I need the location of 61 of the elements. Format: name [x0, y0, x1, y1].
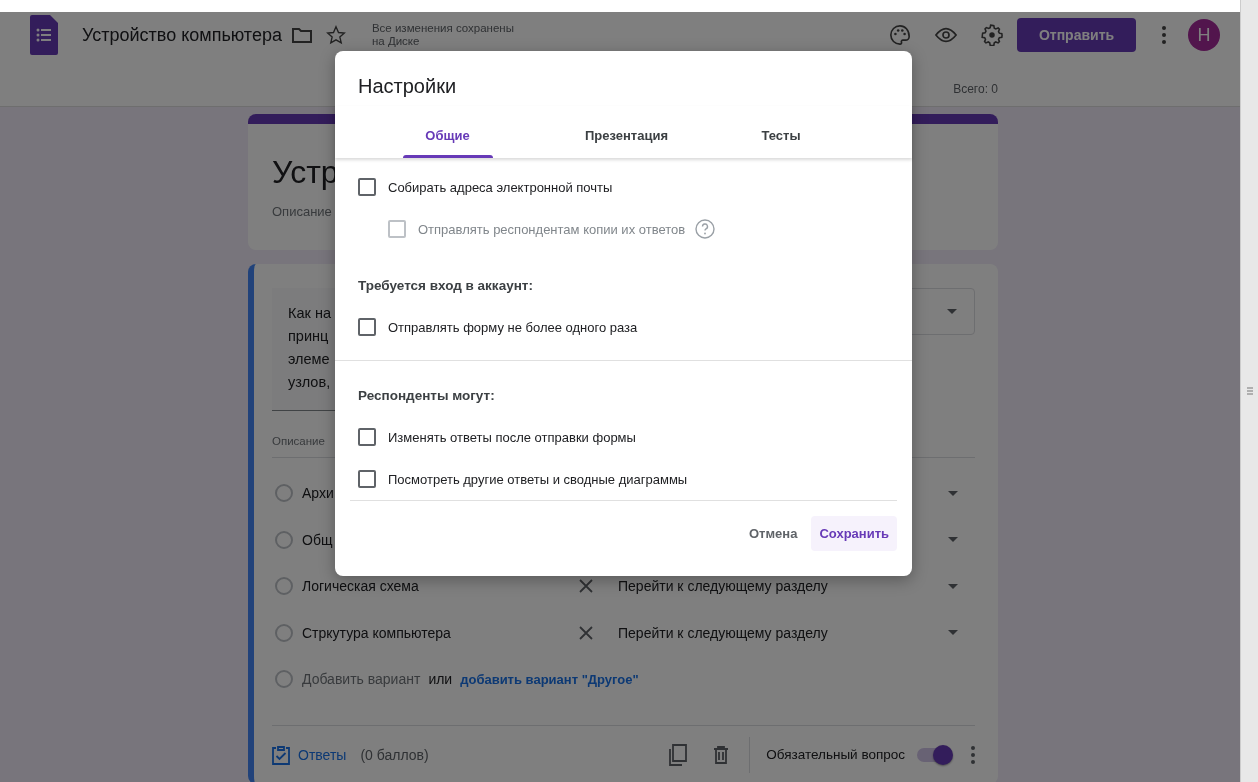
settings-icon[interactable]	[981, 24, 1003, 46]
required-toggle[interactable]	[917, 744, 953, 765]
checkbox[interactable]	[358, 318, 376, 336]
copy-icon[interactable]	[667, 743, 688, 766]
tab[interactable]: Общие	[359, 106, 536, 158]
avatar[interactable]: Н	[1188, 19, 1220, 51]
go-to-section[interactable]: Перейти к следующему разделу	[618, 624, 948, 641]
option-text[interactable]: Общ	[302, 531, 333, 548]
checkbox-label: Отправлять респондентам копии их ответов	[418, 221, 686, 237]
forms-logo-icon[interactable]	[30, 15, 58, 55]
checkbox-label: Собирать адреса электронной почты	[388, 179, 613, 195]
section-heading: Требуется вход в аккаунт:	[358, 277, 534, 295]
radio-button[interactable]	[275, 530, 293, 549]
required-label: Обязательный вопрос	[766, 747, 905, 762]
add-option[interactable]: Добавить вариант	[302, 671, 421, 688]
dialog-title: Настройки	[357, 74, 458, 99]
option-text[interactable]: Стркутура компьютера	[302, 624, 451, 641]
points-label: (0 баллов)	[360, 746, 430, 763]
dropdown-arrow-icon[interactable]	[948, 537, 958, 543]
save-button[interactable]: Сохранить	[811, 516, 897, 551]
scrollbar-grip-icon[interactable]	[1246, 387, 1253, 395]
folder-icon[interactable]	[291, 27, 312, 43]
dropdown-arrow-icon[interactable]	[948, 490, 958, 496]
radio-button[interactable]	[275, 623, 293, 642]
option-text[interactable]: Логическая схема	[302, 578, 419, 595]
checkbox-label: Посмотреть другие ответы и сводные диаграммы	[388, 471, 688, 487]
delete-icon[interactable]	[713, 745, 730, 764]
form-description[interactable]: Описание	[272, 204, 332, 219]
tab[interactable]: Презентация	[538, 106, 715, 158]
tab[interactable]: Тесты	[721, 106, 841, 158]
more-options-icon[interactable]	[1162, 26, 1166, 44]
or-label: или	[428, 671, 453, 688]
star-icon[interactable]	[325, 25, 346, 45]
go-to-section[interactable]: Перейти к следующему разделу	[618, 578, 948, 595]
answer-key-link[interactable]: Ответы	[298, 746, 347, 763]
save-status: Все изменения сохранены	[371, 22, 514, 35]
preview-eye-icon[interactable]	[935, 27, 957, 43]
answer-key-icon[interactable]	[272, 744, 290, 765]
question-description[interactable]: Описание	[272, 435, 325, 447]
dropdown-arrow-icon[interactable]	[948, 630, 958, 636]
send-button[interactable]: Отправить	[1017, 18, 1136, 52]
dropdown-arrow-icon	[947, 309, 957, 314]
section-heading: Респонденты могут:	[358, 387, 496, 405]
add-other-link[interactable]: добавить вариант "Другое"	[460, 671, 639, 687]
close-icon[interactable]	[578, 625, 594, 640]
dropdown-arrow-icon[interactable]	[948, 583, 958, 589]
save-status: на Диске	[371, 35, 421, 48]
option-text[interactable]: Архи	[302, 485, 334, 502]
radio-button[interactable]	[275, 484, 293, 503]
more-options-icon[interactable]	[971, 745, 975, 764]
palette-icon[interactable]	[889, 24, 911, 46]
cancel-button[interactable]: Отмена	[740, 516, 806, 551]
checkbox[interactable]	[358, 470, 376, 488]
checkbox-label: Изменять ответы после отправки формы	[388, 429, 636, 445]
checkbox-label: Отправлять форму не более одного раза	[388, 319, 638, 335]
close-icon[interactable]	[578, 579, 594, 594]
checkbox[interactable]	[358, 428, 376, 446]
radio-button[interactable]	[275, 577, 293, 596]
total-count: Всего: 0	[953, 82, 998, 96]
form-title[interactable]: Устройство компьютера	[82, 24, 282, 46]
checkbox[interactable]	[358, 178, 376, 196]
